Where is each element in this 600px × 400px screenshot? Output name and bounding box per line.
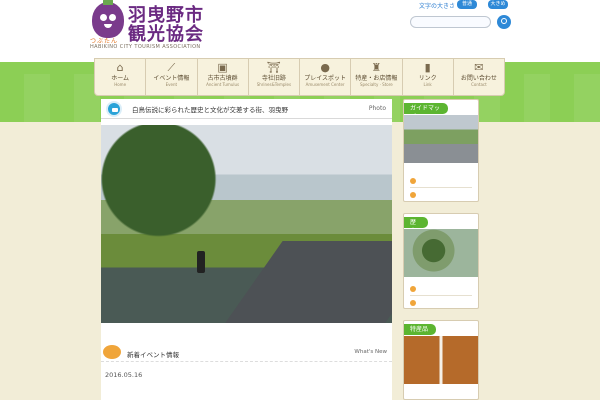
bottle-icon: ▮ [424,61,431,74]
camera-icon [106,101,122,117]
site-title[interactable]: 羽曳野市 観光協会 [128,6,204,44]
ball-icon: ● [320,61,330,74]
nav-sub: Contact [471,82,487,87]
nav-label: 寺社旧跡 [261,75,286,82]
text-size-large-button[interactable]: 大きめ [488,0,508,9]
news-date: 2016.05.16 [105,371,143,379]
whats-new-link[interactable]: What's New [354,349,387,355]
carrot-icon [103,345,121,359]
nav-label: お問い合わせ [460,75,497,82]
nav-label: ホーム [111,75,130,82]
text-size-label: 文字の大きさ [419,3,456,10]
nav-label: 古市古墳群 [207,75,238,82]
nav-sub: Link [423,82,432,87]
global-nav: ⌂ ホーム Home ⟋ イベント情報 Event ▣ 古市古墳群 Ancient Tumu… [94,58,505,96]
nav-label: プレイスポット [304,75,347,82]
guide-map-label: ガイドマップ [404,103,448,121]
bullet-icon [410,300,416,306]
search-icon[interactable] [497,15,511,29]
headline-bar: 白鳥伝説に彩られた歴史と文化が交差する街、羽曳野 Photo [101,99,392,119]
guide-map-card[interactable]: ガイドマップ [403,99,479,202]
nav-specialty[interactable]: ♜ 特産・お店情報 Specialty · Store [351,59,403,95]
history-label: 歴 史 [404,217,428,235]
nav-link[interactable]: ▮ リンク Link [403,59,454,95]
nav-label: 特産・お店情報 [355,75,398,82]
carrot-icon: ⟋ [167,61,176,74]
nav-sub: Specialty · Store [360,82,393,87]
text-size-normal-button[interactable]: 普通 [457,0,477,9]
nav-event[interactable]: ⟋ イベント情報 Event [146,59,198,95]
nav-home[interactable]: ⌂ ホーム Home [95,59,147,95]
mascot-eye-icon [100,14,107,21]
mascot-mouth-icon [104,24,112,28]
wine-icon: ♜ [371,61,382,74]
title-line-1: 羽曳野市 [128,5,204,26]
nav-sub: Amusement Center [305,82,345,87]
nav-tumulus[interactable]: ▣ 古市古墳群 Ancient Tumulus [198,59,249,95]
nav-sub: Home [114,82,127,87]
nav-label: イベント情報 [153,75,190,82]
main-content: 白鳥伝説に彩られた歴史と文化が交差する街、羽曳野 Photo 新着イベント情報 … [101,99,392,400]
history-card[interactable]: 歴 史 [403,213,479,309]
photo-link[interactable]: Photo [369,105,386,112]
nav-contact[interactable]: ✉ お問い合わせ Contact [454,59,504,95]
mascot-logo-icon[interactable] [92,0,124,38]
specialty-label: 特産品 [404,324,436,335]
bullet-icon [410,286,416,292]
mascot-eye-icon [109,14,116,21]
tree-image [101,125,229,245]
guide-map-image [404,115,478,163]
mail-icon: ✉ [474,61,484,74]
headline-text: 白鳥伝説に彩られた歴史と文化が交差する街、羽曳野 [132,106,288,114]
nav-sub: Ancient Tumulus [206,82,240,87]
divider [410,187,472,188]
title-line-2: 観光協会 [128,24,204,45]
tumulus-icon: ▣ [217,61,228,74]
torii-icon: ⛩ [266,61,281,74]
specialty-card[interactable]: 特産品 [403,320,479,400]
header: つぶたん 羽曳野市 観光協会 HABIKINO CITY TOURISM ASS… [0,0,600,62]
home-icon: ⌂ [116,61,124,74]
nav-play[interactable]: ● プレイスポット Amusement Center [300,59,352,95]
nav-sub: Event [165,82,178,87]
search-input[interactable] [410,16,491,28]
sidebar: ガイドマップ 歴 史 特産品 [403,99,479,400]
hero-photo [101,125,392,323]
divider [410,295,472,296]
road-image [221,241,392,323]
site-subtitle: HABIKINO CITY TOURISM ASSOCIATION [90,44,201,50]
nav-label: リンク [418,75,437,82]
news-header: 新着イベント情報 What's New [101,343,392,362]
cyclist-image [197,251,205,273]
specialty-image [404,336,478,384]
bullet-icon [410,192,416,198]
bullet-icon [410,178,416,184]
nav-temples[interactable]: ⛩ 寺社旧跡 Shrines&Temples [249,59,300,95]
news-title: 新着イベント情報 [127,351,179,359]
history-image [404,229,478,277]
nav-sub: Shrines&Temples [256,82,292,87]
